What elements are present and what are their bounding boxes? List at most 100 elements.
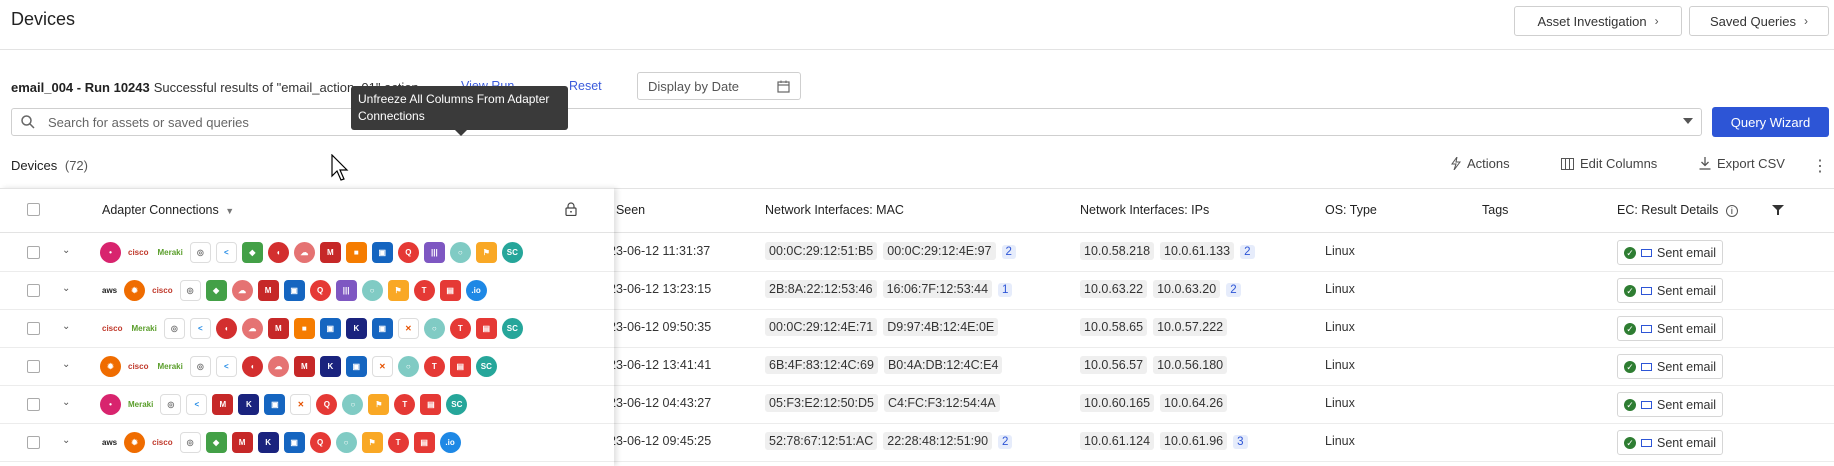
table-row[interactable]: ⌄ aws ✹ cisco ◎ ◆ M K ▣ Q ○ ⚑ T ▤ .io	[0, 424, 614, 462]
blue-box-icon[interactable]: ▣	[264, 394, 286, 415]
red-square-icon[interactable]: ▤	[420, 394, 442, 415]
circle-icon[interactable]: ○	[361, 280, 383, 301]
claroty-icon[interactable]: ◎	[160, 394, 182, 415]
vmware-icon[interactable]: <	[189, 318, 211, 339]
filter-icon[interactable]	[1772, 204, 1784, 216]
blue-box-icon[interactable]: ▣	[283, 432, 305, 453]
asset-investigation-button[interactable]: Asset Investigation ›	[1514, 6, 1682, 36]
cisco-meraki-icon[interactable]: Meraki	[155, 356, 184, 377]
aws-icon[interactable]: aws	[100, 432, 119, 453]
qualys-icon[interactable]: Q	[309, 432, 331, 453]
k-shield-icon[interactable]: K	[345, 318, 367, 339]
select-all-checkbox[interactable]	[27, 203, 40, 216]
row-checkbox[interactable]	[27, 436, 40, 449]
row-checkbox[interactable]	[27, 246, 40, 259]
green-shield-icon[interactable]: ◆	[205, 432, 227, 453]
red-square-icon[interactable]: ▤	[475, 318, 497, 339]
mcafee-icon[interactable]: M	[293, 356, 315, 377]
result-details-badge[interactable]: ✓ Sent email	[1617, 430, 1724, 455]
mcafee-icon[interactable]: M	[319, 242, 341, 263]
purple-bars-icon[interactable]: |||	[423, 242, 445, 263]
orange-square-icon[interactable]: ■	[293, 318, 315, 339]
result-details-badge[interactable]: ✓ Sent email	[1617, 316, 1724, 341]
more-count-badge[interactable]: 2	[998, 435, 1013, 449]
cloud-icon[interactable]: ☁	[241, 318, 263, 339]
table-row[interactable]: ⌄ • Meraki ◎ < M K ▣ ✕ Q ○ ⚑ T ▤ SC	[0, 386, 614, 424]
blue-box-icon[interactable]: ▣	[371, 318, 393, 339]
k-shield-icon[interactable]: K	[238, 394, 260, 415]
search-input[interactable]: Search for assets or saved queries	[11, 108, 1702, 136]
claroty-icon[interactable]: ◎	[189, 242, 211, 263]
column-tags[interactable]: Tags	[1482, 203, 1508, 217]
sc-icon[interactable]: SC	[501, 318, 523, 339]
claroty-icon[interactable]: ◎	[179, 432, 201, 453]
red-circle-icon[interactable]: T	[394, 394, 416, 415]
cisco-icon[interactable]: cisco	[100, 318, 124, 339]
expand-row-icon[interactable]: ⌄	[62, 321, 70, 332]
k-shield-icon[interactable]: K	[319, 356, 341, 377]
expand-row-icon[interactable]: ⌄	[62, 435, 70, 446]
column-ips[interactable]: Network Interfaces: IPs	[1080, 203, 1209, 217]
claroty-icon[interactable]: ◎	[179, 280, 201, 301]
expand-row-icon[interactable]: ⌄	[62, 397, 70, 408]
cloud-icon[interactable]: ☁	[231, 280, 253, 301]
redhat-icon[interactable]: ◖	[241, 356, 263, 377]
blue-box-icon[interactable]: ▣	[371, 242, 393, 263]
column-ec-result[interactable]: EC: Result Details i	[1617, 203, 1738, 217]
blue-box-icon[interactable]: ▣	[283, 280, 305, 301]
vmware-icon[interactable]: <	[215, 356, 237, 377]
lock-icon[interactable]	[564, 202, 578, 216]
reset-link[interactable]: Reset	[569, 79, 602, 93]
orange-square-icon[interactable]: ■	[345, 242, 367, 263]
cisco-meraki-icon[interactable]: Meraki	[155, 242, 184, 263]
more-count-badge[interactable]: 1	[998, 283, 1013, 297]
row-checkbox[interactable]	[27, 360, 40, 373]
more-options-icon[interactable]: ⋮	[1812, 156, 1828, 176]
table-row[interactable]: ⌄ • cisco Meraki ◎ < ◆ ◖ ☁ M ■ ▣ Q ||| ○ ⚑ SC	[0, 234, 614, 272]
sc-icon[interactable]: SC	[501, 242, 523, 263]
cisco-icon[interactable]: cisco	[126, 356, 150, 377]
orange-sun-icon[interactable]: ✹	[124, 432, 146, 453]
column-adapter-connections[interactable]: Adapter Connections ▼	[102, 203, 234, 217]
result-details-badge[interactable]: ✓ Sent email	[1617, 392, 1724, 417]
nexthink-icon[interactable]: •	[100, 242, 121, 263]
green-shield-icon[interactable]: ◆	[241, 242, 263, 263]
table-row[interactable]: ⌄ ✹ cisco Meraki ◎ < ◖ ☁ M K ▣ ✕ ○ T ▤ SC	[0, 348, 614, 386]
circle-icon[interactable]: ○	[423, 318, 445, 339]
claroty-icon[interactable]: ◎	[163, 318, 185, 339]
row-checkbox[interactable]	[27, 284, 40, 297]
sc-icon[interactable]: SC	[475, 356, 497, 377]
dropdown-caret-icon[interactable]	[1683, 118, 1693, 124]
more-count-badge[interactable]: 2	[1001, 245, 1016, 259]
row-checkbox[interactable]	[27, 322, 40, 335]
green-shield-icon[interactable]: ◆	[205, 280, 227, 301]
nexthink-icon[interactable]: •	[100, 394, 121, 415]
aws-icon[interactable]: aws	[100, 280, 119, 301]
more-count-badge[interactable]: 2	[1226, 283, 1241, 297]
yellow-flag-icon[interactable]: ⚑	[368, 394, 390, 415]
expand-row-icon[interactable]: ⌄	[62, 359, 70, 370]
cisco-icon[interactable]: cisco	[126, 242, 150, 263]
k-shield-icon[interactable]: K	[257, 432, 279, 453]
mcafee-icon[interactable]: M	[257, 280, 279, 301]
actions-button[interactable]: Actions	[1451, 156, 1510, 171]
purple-bars-icon[interactable]: |||	[335, 280, 357, 301]
cisco-meraki-icon[interactable]: Meraki	[129, 318, 158, 339]
circle-icon[interactable]: ○	[342, 394, 364, 415]
mcafee-icon[interactable]: M	[231, 432, 253, 453]
red-square-icon[interactable]: ▤	[439, 280, 461, 301]
table-row[interactable]: ⌄ cisco Meraki ◎ < ◖ ☁ M ■ ▣ K ▣ ✕ ○ T ▤ SC	[0, 310, 614, 348]
paloalto-icon[interactable]: ✕	[290, 394, 312, 415]
paloalto-icon[interactable]: ✕	[371, 356, 393, 377]
yellow-flag-icon[interactable]: ⚑	[475, 242, 497, 263]
column-last-seen[interactable]: t Seen	[609, 203, 645, 217]
circle-icon[interactable]: ○	[335, 432, 357, 453]
result-details-badge[interactable]: ✓ Sent email	[1617, 354, 1724, 379]
more-count-badge[interactable]: 2	[1240, 245, 1255, 259]
red-square-icon[interactable]: ▤	[449, 356, 471, 377]
sc-icon[interactable]: SC	[446, 394, 468, 415]
yellow-flag-icon[interactable]: ⚑	[387, 280, 409, 301]
red-circle-icon[interactable]: T	[423, 356, 445, 377]
yellow-flag-icon[interactable]: ⚑	[361, 432, 383, 453]
saved-queries-button[interactable]: Saved Queries ›	[1689, 6, 1829, 36]
